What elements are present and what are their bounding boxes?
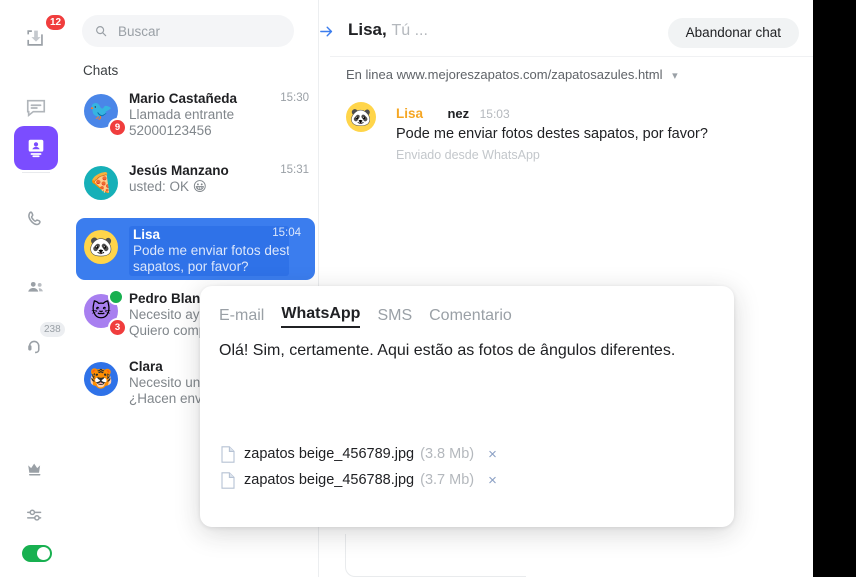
avatar-emoji: 🍕 (89, 172, 113, 194)
chat-item-body: Lisa Pode me enviar fotos destes sapatos… (129, 226, 289, 276)
message-author: Lisa (396, 106, 424, 121)
rail-item-premium[interactable] (14, 448, 58, 492)
remove-attachment-icon[interactable]: × (488, 447, 497, 462)
conversation-header: Lisa, Tú ... Abandonar chat (320, 4, 813, 57)
headset-icon (28, 340, 40, 354)
tab-comentario[interactable]: Comentario (429, 307, 512, 328)
leave-chat-button[interactable]: Abandonar chat (667, 18, 799, 48)
chat-list-item-jesus[interactable]: 🍕 Jesús Manzano usted: OK 😀 15:31 (72, 160, 319, 218)
avatar-emoji: 🐯 (89, 368, 113, 390)
message-header: Lisa nez 15:03 (396, 105, 510, 123)
page-title: Lisa, Tú ... (348, 20, 428, 40)
contact-card-icon (28, 139, 44, 158)
message-channel: nez (447, 106, 470, 121)
chat-item-name: Lisa (133, 227, 161, 242)
channel-tabs: E-mail WhatsApp SMS Comentario (219, 305, 529, 328)
sliders-icon (27, 509, 42, 521)
file-icon (221, 445, 235, 463)
toggle-knob (37, 547, 50, 560)
composer-frame (345, 534, 526, 577)
headset-badge: 238 (40, 322, 65, 337)
attachment-list: zapatos beige_456789.jpg (3.8 Mb) × zapa… (221, 441, 714, 493)
rail-item-calls[interactable] (14, 198, 58, 242)
inbox-download-icon (27, 30, 43, 46)
rail-item-settings[interactable] (14, 494, 58, 538)
chat-item-preview-2: sapatos, por favor? (133, 259, 249, 274)
avatar-emoji: 🐱 (91, 300, 111, 322)
tab-sms[interactable]: SMS (377, 307, 412, 328)
left-rail: 12 238 (0, 0, 72, 577)
url-value: www.mejoreszapatos.com/zapatosazules.htm… (396, 67, 663, 82)
file-icon (221, 471, 235, 489)
url-prefix: En linea (346, 67, 393, 82)
availability-toggle[interactable] (22, 545, 52, 562)
unread-badge: 9 (108, 118, 127, 137)
avatar-emoji: 🐼 (350, 107, 372, 127)
message-time: 15:03 (479, 107, 510, 121)
conversation-contact-name: Lisa, (348, 20, 387, 39)
rail-item-teams[interactable] (14, 266, 58, 310)
inbox-badge: 12 (46, 15, 66, 30)
chat-list-item-lisa[interactable]: 🐼 Lisa Pode me enviar fotos destes sapat… (76, 218, 315, 280)
avatar: 🐼 (346, 102, 376, 132)
phone-icon (28, 211, 41, 226)
chat-list-item-mario[interactable]: 🐦 9 Mario Castañeda Llamada entrante 520… (72, 88, 319, 160)
chat-item-time: 15:04 (272, 227, 301, 239)
search-box[interactable] (82, 15, 294, 47)
chat-bubble-icon (26, 99, 46, 118)
rail-item-contacts[interactable] (14, 126, 58, 170)
crown-icon (28, 463, 41, 476)
avatar-emoji: 🐼 (89, 236, 113, 258)
unread-badge: 3 (108, 318, 127, 337)
chevron-down-icon[interactable]: ▾ (672, 70, 678, 82)
attachment-size: (3.8 Mb) (420, 446, 475, 462)
rail-divider (22, 172, 50, 173)
avatar-emoji: 🐦 (89, 100, 113, 122)
search-input[interactable] (116, 22, 280, 40)
tab-whatsapp[interactable]: WhatsApp (281, 305, 361, 328)
chat-item-time: 15:30 (280, 92, 309, 104)
reply-editor-popup: E-mail WhatsApp SMS Comentario Olá! Sim,… (200, 286, 734, 527)
avatar: 🐼 (84, 230, 118, 264)
app-window: 12 238 Buscar Chats 🐦 9 Mario Castañeda … (0, 0, 813, 577)
attachment-row[interactable]: zapatos beige_456788.jpg (3.7 Mb) × (221, 467, 714, 493)
chat-item-preview-2: 52000123456 (129, 123, 212, 138)
chat-item-time: 15:31 (280, 164, 309, 176)
remove-attachment-icon[interactable]: × (488, 473, 497, 488)
tab-email[interactable]: E-mail (219, 307, 264, 328)
avatar: 🐯 (84, 362, 118, 396)
people-icon (28, 281, 43, 292)
avatar: 🍕 (84, 166, 118, 200)
rail-item-inbox[interactable]: 12 (14, 15, 66, 60)
attachment-size: (3.7 Mb) (420, 472, 475, 488)
message-text: Pode me enviar fotos destes sapatos, por… (396, 126, 708, 142)
attachment-row[interactable]: zapatos beige_456789.jpg (3.8 Mb) × (221, 441, 714, 467)
chat-item-preview-1: Llamada entrante (129, 107, 235, 122)
conversation-source-url[interactable]: En linea www.mejoreszapatos.com/zapatosa… (346, 67, 678, 82)
reply-textarea[interactable]: Olá! Sim, certamente. Aqui estão as foto… (219, 339, 694, 364)
attachment-name: zapatos beige_456788.jpg (244, 472, 415, 488)
rail-item-messages[interactable] (14, 86, 58, 130)
arrow-right-icon[interactable] (318, 23, 335, 40)
chat-list-title: Chats (83, 63, 119, 78)
attachment-name: zapatos beige_456789.jpg (244, 446, 415, 462)
message-source-label: Enviado desde WhatsApp (396, 148, 540, 162)
online-indicator (108, 289, 124, 305)
rail-item-headset[interactable]: 238 (14, 322, 65, 368)
search-icon (96, 26, 107, 37)
chat-item-preview-1: Pode me enviar fotos destes (133, 243, 289, 258)
chat-item-preview-1: usted: OK 😀 (129, 179, 207, 194)
conversation-subtitle: Tú ... (391, 22, 428, 39)
